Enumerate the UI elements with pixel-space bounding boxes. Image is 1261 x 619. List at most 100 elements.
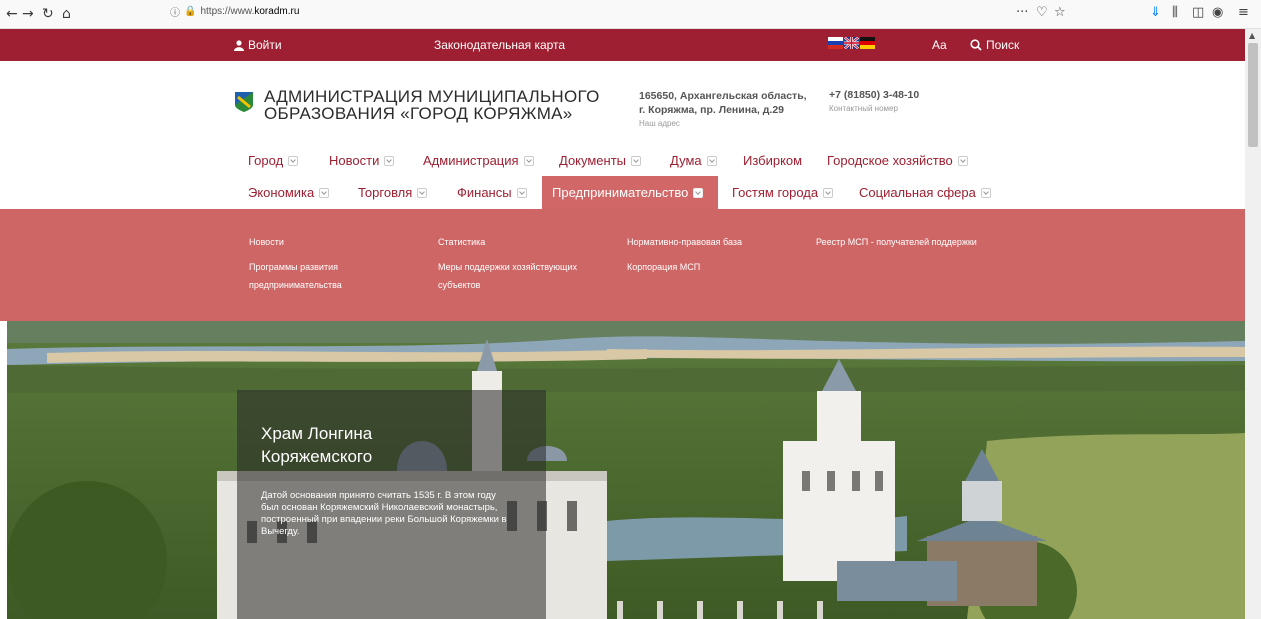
main-menu-row1: Город Новости Администрация Документы Ду… <box>0 144 1245 177</box>
chevron-down-icon <box>693 187 704 198</box>
menu-item-izbirkom[interactable]: Избирком <box>743 144 802 177</box>
hero-title: Храм Лонгина Коряжемского <box>261 422 372 468</box>
library-icon[interactable]: ⫼ <box>1172 5 1178 20</box>
church-landscape-image <box>7 321 1245 619</box>
lock-icon: 🔒 <box>184 6 197 17</box>
hero-title-line2: Коряжемского <box>261 447 373 466</box>
url-host: koradm.ru <box>254 6 300 17</box>
chevron-down-icon <box>384 155 395 166</box>
menu-item-city-economy[interactable]: Городское хозяйство <box>827 144 968 177</box>
info-icon[interactable]: ⓘ <box>170 4 180 19</box>
main-menu-row2: Экономика Торговля Финансы Предпринимате… <box>0 176 1245 209</box>
menu-item-documents[interactable]: Документы <box>559 144 642 177</box>
chevron-down-icon <box>288 155 299 166</box>
menu-label: Торговля <box>358 185 413 200</box>
back-button[interactable]: ← <box>6 6 18 22</box>
search-label: Поиск <box>986 38 1020 52</box>
reload-button[interactable]: ↻ <box>42 6 54 22</box>
submenu-msp-corporation[interactable]: Корпорация МСП <box>627 258 700 276</box>
chevron-down-icon <box>631 155 642 166</box>
site-header: АДМИНИСТРАЦИЯ МУНИЦИПАЛЬНОГО ОБРАЗОВАНИЯ… <box>0 61 1245 209</box>
scrollbar-thumb[interactable] <box>1248 43 1258 147</box>
site-topbar: Войти Законодательная карта Aa Поиск <box>0 29 1245 61</box>
site-title-line2: ОБРАЗОВАНИЯ «ГОРОД КОРЯЖМА» <box>264 104 573 123</box>
uk-flag-icon[interactable] <box>844 37 859 49</box>
sidebar-icon[interactable]: ◫ <box>1192 5 1204 20</box>
menu-item-trade[interactable]: Торговля <box>358 176 428 209</box>
download-icon[interactable]: ⇓ <box>1150 5 1161 20</box>
menu-item-city[interactable]: Город <box>248 144 299 177</box>
de-flag-icon[interactable] <box>860 37 875 49</box>
menu-label: Предпринимательство <box>552 185 689 200</box>
menu-item-administration[interactable]: Администрация <box>423 144 534 177</box>
phone-label: Контактный номер <box>829 104 898 113</box>
home-button[interactable]: ⌂ <box>62 6 71 22</box>
menu-label: Администрация <box>423 153 519 168</box>
chevron-down-icon <box>823 187 834 198</box>
address-line2: г. Коряжма, пр. Ленина, д.29 <box>639 104 785 116</box>
scroll-up-arrow-icon[interactable]: ▲ <box>1249 31 1255 40</box>
submenu-news[interactable]: Новости <box>249 233 284 251</box>
menu-item-entrepreneurship[interactable]: Предпринимательство <box>542 176 718 209</box>
menu-item-news[interactable]: Новости <box>329 144 395 177</box>
site-title-line1: АДМИНИСТРАЦИЯ МУНИЦИПАЛЬНОГО <box>264 87 600 106</box>
coat-of-arms-logo[interactable] <box>234 91 254 113</box>
menu-label: Город <box>248 153 284 168</box>
menu-label: Финансы <box>457 185 512 200</box>
menu-item-guests[interactable]: Гостям города <box>732 176 834 209</box>
submenu-msp-registry[interactable]: Реестр МСП - получателей поддержки <box>816 233 977 251</box>
ru-flag-icon[interactable] <box>828 37 843 49</box>
phone-number: +7 (81850) 3-48-10 <box>829 89 920 101</box>
menu-label: Городское хозяйство <box>827 153 953 168</box>
menu-item-finance[interactable]: Финансы <box>457 176 527 209</box>
chevron-down-icon <box>417 187 428 198</box>
phone-block: +7 (81850) 3-48-10 Контактный номер <box>829 89 919 113</box>
user-icon <box>234 39 244 51</box>
submenu-label-line1: Меры поддержки хозяйствующих <box>438 262 577 272</box>
hamburger-menu-icon[interactable]: ≡ <box>1238 5 1249 20</box>
font-size-button[interactable]: Aa <box>932 38 947 52</box>
menu-label: Экономика <box>248 185 315 200</box>
hero-caption-card[interactable]: Храм Лонгина Коряжемского Датой основани… <box>237 390 546 619</box>
chevron-down-icon <box>706 155 717 166</box>
menu-item-social[interactable]: Социальная сфера <box>859 176 991 209</box>
submenu-development-programs[interactable]: Программы развития предпринимательства <box>249 258 342 294</box>
menu-item-duma[interactable]: Дума <box>670 144 717 177</box>
login-link[interactable]: Войти <box>234 38 282 52</box>
login-label: Войти <box>248 38 282 52</box>
menu-label: Избирком <box>743 153 803 168</box>
address-block: 165650, Архангельская область, г. Коряжм… <box>639 89 807 128</box>
account-icon[interactable]: ◉ <box>1212 5 1223 20</box>
page-actions-button[interactable]: ··· <box>1016 5 1028 20</box>
submenu-label-line2: предпринимательства <box>249 280 342 290</box>
entrepreneurship-submenu: Новости Программы развития предпринимате… <box>0 209 1245 321</box>
chevron-down-icon <box>516 187 527 198</box>
address-label: Наш адрес <box>639 119 680 128</box>
chevron-down-icon <box>523 155 534 166</box>
chevron-down-icon <box>957 155 968 166</box>
search-icon <box>970 39 982 51</box>
bookmark-star-icon[interactable]: ☆ <box>1054 5 1066 20</box>
language-switcher <box>828 37 875 49</box>
forward-button[interactable]: → <box>22 6 34 22</box>
menu-item-economy[interactable]: Экономика <box>248 176 330 209</box>
address-bar[interactable]: ⓘ 🔒 https://www. koradm.ru <box>170 4 299 19</box>
submenu-legal-base[interactable]: Нормативно-правовая база <box>627 233 742 251</box>
hero-banner[interactable] <box>7 321 1245 619</box>
browser-toolbar: ← → ↻ ⌂ ⓘ 🔒 https://www. koradm.ru ··· ♡ … <box>0 0 1261 29</box>
submenu-label-line2: субъектов <box>438 280 481 290</box>
submenu-label-line1: Программы развития <box>249 262 338 272</box>
site-title[interactable]: АДМИНИСТРАЦИЯ МУНИЦИПАЛЬНОГО ОБРАЗОВАНИЯ… <box>264 88 600 122</box>
menu-label: Гостям города <box>732 185 819 200</box>
pocket-icon[interactable]: ♡ <box>1036 5 1048 20</box>
menu-label: Документы <box>559 153 627 168</box>
address-line1: 165650, Архангельская область, <box>639 90 807 102</box>
menu-label: Новости <box>329 153 380 168</box>
page-scrollbar[interactable]: ▲ <box>1245 29 1261 619</box>
search-button[interactable]: Поиск <box>970 38 1019 52</box>
legislative-map-link[interactable]: Законодательная карта <box>434 38 565 52</box>
chevron-down-icon <box>980 187 991 198</box>
menu-label: Социальная сфера <box>859 185 976 200</box>
submenu-statistics[interactable]: Статистика <box>438 233 485 251</box>
submenu-support-measures[interactable]: Меры поддержки хозяйствующих субъектов <box>438 258 577 294</box>
